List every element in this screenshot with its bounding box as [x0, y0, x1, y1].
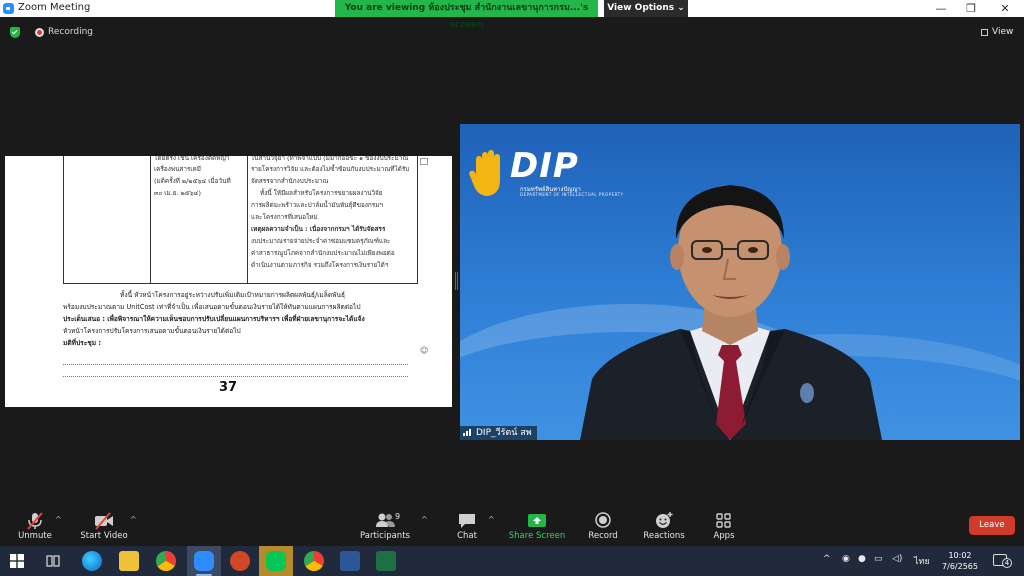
system-clock[interactable]: 10:02 7/6/2565: [938, 550, 982, 572]
table-cell-line: รายโครงการวิจัย และต้องไม่ซ้ำซ้อนกับงบปร…: [251, 165, 410, 173]
record-icon: [595, 512, 611, 528]
zoom-taskbar-icon[interactable]: [194, 551, 214, 571]
document-paragraph-line: หัวหน้าโครงการปรับโครงการเสนอตามขั้นตอนเ…: [63, 327, 241, 335]
window-title: Zoom Meeting: [18, 2, 91, 13]
view-options-label: View Options: [607, 3, 675, 13]
excel-icon[interactable]: [376, 551, 396, 571]
page-marker-icon: [420, 158, 428, 165]
table-cell-line: ทั้งนี้ ให้มีผลสำหรับโครงการขยายผลงานวิจ…: [260, 189, 383, 197]
participants-label: Participants: [360, 531, 410, 541]
page-number: 37: [219, 380, 238, 395]
participants-icon: [376, 513, 395, 527]
participant-name: DIP_วีรัตน์ สพ: [476, 428, 532, 438]
participant-name-tag: DIP_วีรัตน์ สพ: [460, 426, 537, 440]
share-screen-icon: [528, 514, 546, 527]
close-button[interactable]: ✕: [990, 1, 1020, 16]
chrome-icon[interactable]: [156, 551, 176, 571]
split-view-handle[interactable]: [455, 272, 458, 290]
task-view-icon[interactable]: [46, 554, 62, 568]
restore-button[interactable]: ❐: [956, 1, 986, 16]
zoom-app-icon: [3, 3, 14, 14]
apps-button[interactable]: Apps: [689, 510, 759, 546]
table-cell-line: เครื่องพ่นสารเคมี: [154, 165, 202, 173]
table-cell-line: จัดสรรจากสำนักงบประมาณ: [251, 177, 329, 185]
microphone-tray-icon[interactable]: ●: [858, 554, 866, 564]
resolution-label: มติที่ประชุม :: [63, 339, 101, 347]
start-video-button[interactable]: Start Video: [69, 510, 139, 546]
document-paragraph-line: ทั้งนี้ หัวหน้าโครงการอยู่ระหว่างปรับเพิ…: [120, 291, 345, 299]
share-screen-label: Share Screen: [508, 531, 566, 541]
participants-count: 9: [395, 512, 401, 521]
recording-icon: [35, 28, 44, 37]
table-cell-line: เหตุผลความจำเป็น : เนื่องจากกรมฯ ได้รับจ…: [251, 225, 386, 233]
input-language[interactable]: ไทย: [914, 554, 930, 568]
share-screen-button[interactable]: Share Screen: [502, 510, 572, 546]
encryption-shield-icon[interactable]: [10, 27, 20, 38]
participant-person: [580, 185, 882, 440]
smiley-reaction-icon: [656, 512, 673, 528]
windows-start-icon[interactable]: [10, 554, 24, 568]
powerpoint-icon[interactable]: [230, 551, 250, 571]
network-icon[interactable]: ▭: [874, 554, 883, 564]
table-cell-line: และโครงการที่เสนอใหม่: [251, 213, 318, 221]
grid-view-icon: [981, 29, 988, 36]
clock-date: 7/6/2565: [942, 562, 978, 571]
title-bar: Zoom Meeting You are viewing ห้องประชุม …: [0, 0, 1024, 30]
start-video-label: Start Video: [80, 531, 128, 541]
smiley-mark-icon: ☺: [420, 346, 429, 355]
zoom-meeting-window: Zoom Meeting You are viewing ห้องประชุม …: [0, 0, 1024, 576]
apps-label: Apps: [713, 531, 735, 541]
table-cell-line: (มติครั้งที่ ๒/๒๕๖๔ เมื่อวันที่: [154, 177, 231, 185]
recording-label: Recording: [48, 27, 94, 37]
video-camera-off-icon: [95, 512, 113, 530]
viewing-screen-banner: You are viewing ห้องประชุม สำนักงานเลขาน…: [335, 0, 598, 30]
dotted-line: [63, 364, 408, 365]
table-cell-line: ค่าสาธารณูปโภคจากสำนักงบประมาณไม่เพียงพอ…: [251, 249, 395, 257]
chrome-profile-icon[interactable]: [304, 551, 324, 571]
apps-grid-icon: [716, 513, 731, 528]
windows-taskbar: ^ ◉ ● ▭ ◁) ไทย 10:02 7/6/2565 4: [0, 546, 1024, 576]
organization-logo: DIP: [510, 146, 579, 186]
chat-bubble-icon: [459, 514, 475, 528]
table-column-divider: [247, 156, 248, 284]
record-button[interactable]: Record: [568, 510, 638, 546]
table-cell-line: ๓๐ เม.ย. ๒๕๖๔): [154, 189, 201, 197]
line-app-icon[interactable]: [266, 551, 286, 571]
table-cell-line: การผลิตมะพร้าวและปาล์มน้ำมันพันธุ์ดีของก…: [251, 201, 384, 209]
chat-label: Chat: [457, 531, 477, 541]
edge-browser-icon[interactable]: [82, 551, 102, 571]
view-button[interactable]: View: [977, 25, 1017, 40]
chevron-down-icon: ⌄: [677, 3, 685, 13]
video-options-caret[interactable]: ^: [130, 515, 137, 524]
meet-now-icon[interactable]: ◉: [842, 554, 850, 564]
participants-button[interactable]: 9 Participants: [350, 510, 420, 546]
document-paragraph-line: ประเด็นเสนอ : เพื่อพิจารณาให้ความเห็นชอบ…: [63, 315, 365, 323]
dotted-line: [63, 376, 408, 377]
clock-time: 10:02: [948, 551, 972, 560]
tray-overflow-chevron[interactable]: ^: [823, 554, 831, 564]
minimize-button[interactable]: —: [926, 1, 956, 16]
file-explorer-icon[interactable]: [119, 551, 139, 571]
shared-screen-document: โดยตรง เช่น เครื่องตัดหญ้า เครื่องพ่นสาร…: [5, 156, 452, 407]
record-label: Record: [588, 531, 618, 541]
hand-logo-icon: [469, 150, 500, 196]
signal-strength-icon: [463, 429, 471, 436]
view-options-button[interactable]: View Options ⌄: [604, 0, 688, 17]
chat-options-caret[interactable]: ^: [488, 515, 495, 524]
unmute-label: Unmute: [18, 531, 52, 541]
leave-button[interactable]: Leave: [969, 516, 1015, 535]
microphone-muted-icon: [27, 512, 43, 530]
view-label: View: [992, 27, 1014, 37]
audio-options-caret[interactable]: ^: [55, 515, 62, 524]
table-cell-line: ดำเนินงานตามภารกิจ รวมถึงโครงการเงินรายไ…: [251, 261, 389, 269]
table-cell-line: งบประมาณรายจ่ายประจำค่าซ่อมแซมครุภัณฑ์แล…: [251, 237, 391, 245]
volume-icon[interactable]: ◁): [892, 554, 902, 564]
participants-options-caret[interactable]: ^: [421, 515, 428, 524]
notification-count-badge: 4: [1002, 558, 1012, 568]
table-column-divider: [150, 156, 151, 284]
document-paragraph-line: พร้อมงบประมาณตาม UnitCost เท่าที่จำเป็น …: [63, 303, 361, 311]
participant-video-tile[interactable]: DIP กรมทรัพย์สินทางปัญญา DEPARTMENT OF I…: [460, 124, 1020, 440]
word-icon[interactable]: [340, 551, 360, 571]
